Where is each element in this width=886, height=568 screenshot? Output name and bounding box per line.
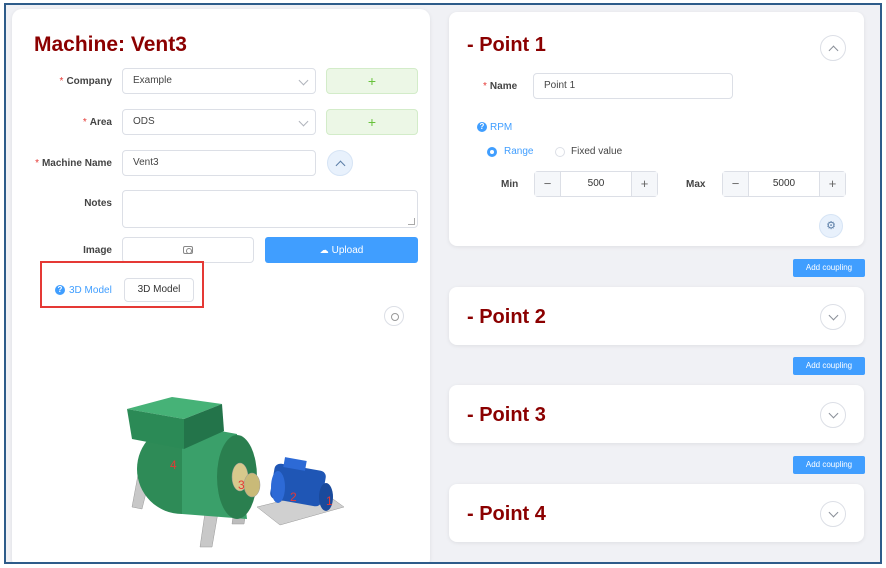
chevron-down-icon — [828, 408, 839, 419]
range-label: Range — [504, 146, 534, 157]
max-decrement-button[interactable]: − — [723, 172, 749, 196]
max-stepper[interactable]: − 5000 + — [722, 171, 846, 197]
min-increment-button[interactable]: + — [631, 172, 657, 196]
add-coupling-button[interactable]: Add coupling — [793, 357, 865, 375]
add-coupling-button[interactable]: Add coupling — [793, 259, 865, 277]
add-area-button[interactable]: + — [326, 109, 418, 135]
max-label: Max — [686, 179, 706, 190]
chevron-up-icon — [335, 160, 346, 171]
expand-point-button[interactable] — [820, 402, 846, 428]
point-title: - Point 2 — [467, 306, 546, 328]
point-title: - Point 3 — [467, 404, 546, 426]
highlight-annotation — [40, 261, 204, 308]
target-icon[interactable] — [384, 306, 404, 326]
model-label-4: 4 — [170, 458, 177, 472]
resize-handle-icon[interactable] — [408, 218, 415, 225]
expand-point-button[interactable] — [820, 304, 846, 330]
machine-name-label: * Machine Name — [35, 158, 112, 169]
min-decrement-button[interactable]: − — [535, 172, 561, 196]
fixed-value-radio[interactable] — [555, 147, 565, 157]
collapse-button[interactable] — [327, 150, 353, 176]
chevron-down-icon — [298, 75, 309, 86]
min-label: Min — [501, 179, 519, 190]
chevron-up-icon — [828, 45, 839, 56]
help-icon: ? — [477, 122, 487, 132]
point-card-1: - Point 1 * Name Point 1 ? RPM Range Fixe… — [449, 12, 864, 246]
fixed-value-label: Fixed value — [571, 146, 623, 157]
model-label-2: 2 — [290, 490, 297, 504]
point-title: - Point 4 — [467, 503, 546, 525]
point-card-4: - Point 4 — [449, 484, 864, 542]
chevron-down-icon — [828, 507, 839, 518]
add-coupling-button[interactable]: Add coupling — [793, 456, 865, 474]
rpm-link[interactable]: RPM — [490, 122, 512, 133]
min-stepper[interactable]: − 500 + — [534, 171, 658, 197]
point-title: - Point 1 — [467, 34, 546, 56]
range-radio[interactable] — [487, 147, 497, 157]
machine-title: Machine: Vent3 — [34, 33, 187, 56]
company-label: * Company — [59, 76, 112, 87]
upload-button[interactable]: ☁ Upload — [265, 237, 418, 263]
area-label: * Area — [82, 117, 112, 128]
machine-3d-illustration: 4 3 2 1 — [127, 397, 345, 548]
chevron-down-icon — [828, 310, 839, 321]
max-increment-button[interactable]: + — [819, 172, 845, 196]
point-card-3: - Point 3 — [449, 385, 864, 443]
expand-point-button[interactable] — [820, 501, 846, 527]
chevron-down-icon — [298, 116, 309, 127]
model-label-3: 3 — [238, 478, 245, 492]
min-value[interactable]: 500 — [561, 172, 631, 196]
machine-name-input[interactable]: Vent3 — [122, 150, 316, 176]
area-select[interactable]: ODS — [122, 109, 316, 135]
camera-icon — [183, 246, 193, 254]
point-name-label: * Name — [483, 81, 518, 92]
notes-label: Notes — [84, 198, 112, 209]
point-card-2: - Point 2 — [449, 287, 864, 345]
max-value[interactable]: 5000 — [749, 172, 819, 196]
image-label: Image — [83, 245, 112, 256]
company-select[interactable]: Example — [122, 68, 316, 94]
gear-icon[interactable]: ⚙ — [819, 214, 843, 238]
cloud-upload-icon: ☁ — [319, 245, 329, 255]
add-company-button[interactable]: + — [326, 68, 418, 94]
app-frame: Machine: Vent3 * Company Example + * Area … — [4, 3, 882, 564]
notes-textarea[interactable] — [122, 190, 418, 228]
3d-model-viewer[interactable]: 4 3 2 1 — [112, 389, 352, 559]
model-label-1: 1 — [326, 494, 333, 508]
collapse-point-button[interactable] — [820, 35, 846, 61]
image-picker[interactable] — [122, 237, 254, 263]
point-name-input[interactable]: Point 1 — [533, 73, 733, 99]
